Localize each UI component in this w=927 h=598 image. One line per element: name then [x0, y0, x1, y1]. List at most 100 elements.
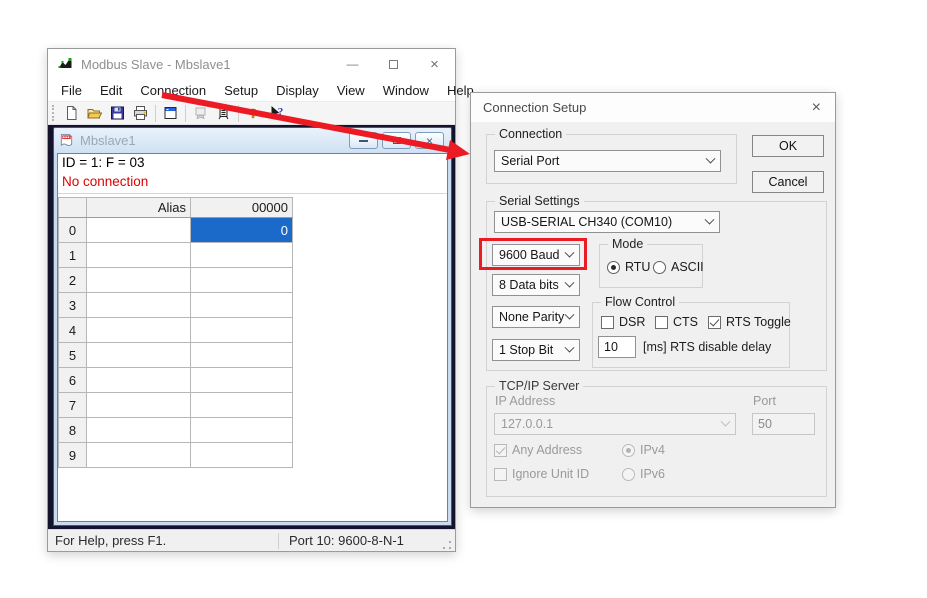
value-cell[interactable]	[191, 418, 293, 443]
alias-cell[interactable]	[87, 293, 191, 318]
value-cell[interactable]	[191, 343, 293, 368]
close-button[interactable]: ×	[414, 49, 455, 79]
value-cell[interactable]	[191, 393, 293, 418]
status-port-text: Port 10: 9600-8-N-1	[279, 533, 441, 548]
minimize-button[interactable]: —	[332, 49, 373, 79]
value-cell[interactable]: 0	[191, 218, 293, 243]
mdi-area: Mbslave1 × ID = 1: F = 03 No connection …	[48, 125, 455, 529]
ascii-radio[interactable]: ASCII	[653, 260, 704, 274]
grid-row-header[interactable]: 8	[59, 418, 87, 443]
rts-delay-input[interactable]	[598, 336, 636, 358]
new-file-icon[interactable]	[60, 103, 83, 124]
alias-cell[interactable]	[87, 418, 191, 443]
rts-toggle-checkbox[interactable]: RTS Toggle	[708, 315, 791, 329]
alias-cell[interactable]	[87, 393, 191, 418]
ipv4-label: IPv4	[640, 443, 665, 457]
grid-row: 5	[59, 343, 293, 368]
dialog-title: Connection Setup	[483, 100, 810, 115]
doc-icon	[59, 133, 74, 148]
chevron-down-icon	[565, 247, 575, 257]
radio-icon	[622, 444, 635, 457]
child-titlebar[interactable]: Mbslave1 ×	[54, 128, 451, 153]
dsr-checkbox[interactable]: DSR	[601, 315, 645, 329]
maximize-icon	[389, 60, 398, 69]
ipv4-radio: IPv4	[622, 443, 665, 457]
grid-corner-cell[interactable]	[59, 198, 87, 218]
menu-display[interactable]: Display	[267, 81, 328, 100]
stop-bit-select[interactable]: 1 Stop Bit	[492, 339, 580, 361]
ip-address-value: 127.0.0.1	[501, 417, 553, 431]
alias-cell[interactable]	[87, 243, 191, 268]
menu-file[interactable]: File	[52, 81, 91, 100]
value-cell[interactable]	[191, 243, 293, 268]
alias-cell[interactable]	[87, 368, 191, 393]
menu-connection[interactable]: Connection	[131, 81, 215, 100]
grid-row-header[interactable]: 5	[59, 343, 87, 368]
value-cell[interactable]	[191, 443, 293, 468]
toolbar-separator	[238, 105, 239, 122]
value-cell[interactable]	[191, 368, 293, 393]
context-help-icon[interactable]: ?	[265, 103, 288, 124]
help-icon[interactable]: ?	[242, 103, 265, 124]
tcp-port-input	[752, 413, 815, 435]
grid-row-header[interactable]: 0	[59, 218, 87, 243]
parity-select[interactable]: None Parity	[492, 306, 580, 328]
ignore-unit-id-label: Ignore Unit ID	[512, 467, 589, 481]
grid-row-header[interactable]: 1	[59, 243, 87, 268]
child-window-title: Mbslave1	[80, 133, 349, 148]
grid-row-header[interactable]: 4	[59, 318, 87, 343]
menu-window[interactable]: Window	[374, 81, 438, 100]
ok-button[interactable]: OK	[752, 135, 824, 157]
communication-icon[interactable]	[212, 103, 235, 124]
data-bits-select[interactable]: 8 Data bits	[492, 274, 580, 296]
rtu-radio[interactable]: RTU	[607, 260, 650, 274]
menu-view[interactable]: View	[328, 81, 374, 100]
grid-header-row: Alias00000	[59, 198, 293, 218]
alias-cell[interactable]	[87, 218, 191, 243]
grid-row-header[interactable]: 7	[59, 393, 87, 418]
toolbar-grip[interactable]	[52, 105, 57, 121]
menu-setup[interactable]: Setup	[215, 81, 267, 100]
grid-column-header[interactable]: 00000	[191, 198, 293, 218]
dialog-titlebar[interactable]: Connection Setup ×	[471, 93, 835, 122]
print-icon[interactable]	[129, 103, 152, 124]
alias-cell[interactable]	[87, 318, 191, 343]
connection-type-select[interactable]: Serial Port	[494, 150, 721, 172]
value-cell[interactable]	[191, 293, 293, 318]
save-icon[interactable]	[106, 103, 129, 124]
value-cell[interactable]	[191, 318, 293, 343]
open-file-icon[interactable]	[83, 103, 106, 124]
svg-text:?: ?	[250, 107, 257, 121]
alias-cell[interactable]	[87, 268, 191, 293]
port-label: Port	[753, 394, 776, 408]
menu-edit[interactable]: Edit	[91, 81, 131, 100]
alias-cell[interactable]	[87, 343, 191, 368]
checkbox-icon	[655, 316, 668, 329]
cancel-button[interactable]: Cancel	[752, 171, 824, 193]
radio-icon	[607, 261, 620, 274]
value-cell[interactable]	[191, 268, 293, 293]
document-header: ID = 1: F = 03 No connection	[58, 154, 447, 194]
cts-checkbox[interactable]: CTS	[655, 315, 698, 329]
tcpip-server-label: TCP/IP Server	[495, 379, 583, 393]
grid-row-header[interactable]: 3	[59, 293, 87, 318]
child-minimize-button[interactable]	[349, 132, 378, 149]
display-setup-icon[interactable]	[159, 103, 182, 124]
dialog-close-icon[interactable]: ×	[810, 99, 823, 117]
poll-definition-icon	[189, 103, 212, 124]
resize-grip[interactable]	[441, 539, 453, 551]
maximize-button[interactable]	[373, 49, 414, 79]
baud-rate-select[interactable]: 9600 Baud	[492, 244, 580, 266]
alias-cell[interactable]	[87, 443, 191, 468]
main-titlebar[interactable]: Modbus Slave - Mbslave1 — ×	[48, 49, 455, 79]
ip-address-select: 127.0.0.1	[494, 413, 736, 435]
child-close-button[interactable]: ×	[415, 132, 444, 149]
grid-row-header[interactable]: 9	[59, 443, 87, 468]
grid-row-header[interactable]: 6	[59, 368, 87, 393]
parity-value: None Parity	[499, 310, 564, 324]
child-restore-button[interactable]	[382, 132, 411, 149]
flow-control-group: Flow Control	[592, 302, 790, 368]
grid-column-header[interactable]: Alias	[87, 198, 191, 218]
grid-row-header[interactable]: 2	[59, 268, 87, 293]
serial-port-select[interactable]: USB-SERIAL CH340 (COM10)	[494, 211, 720, 233]
